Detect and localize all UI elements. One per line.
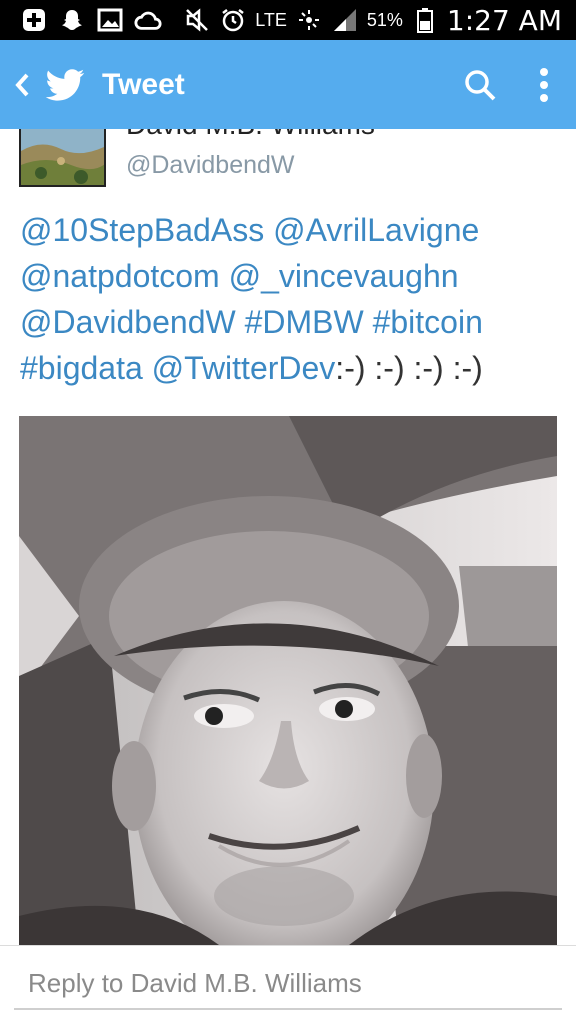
reply-bar — [0, 945, 576, 1024]
twitter-bird-icon — [44, 64, 86, 106]
search-button[interactable] — [448, 40, 512, 129]
alarm-icon — [219, 6, 247, 34]
back-button[interactable] — [4, 40, 40, 129]
mention-link[interactable]: @AvrilLavigne — [273, 212, 479, 248]
reply-input[interactable] — [14, 958, 562, 1010]
mute-icon — [183, 6, 211, 34]
data-activity-icon — [295, 6, 323, 34]
overflow-menu-button[interactable] — [512, 40, 576, 129]
mention-link[interactable]: @TwitterDev — [152, 350, 336, 386]
snapchat-icon — [58, 6, 86, 34]
hashtag-link[interactable]: #DMBW — [245, 304, 364, 340]
mention-link[interactable]: @10StepBadAss — [20, 212, 264, 248]
mention-link[interactable]: @natpdotcom — [20, 258, 220, 294]
mention-link[interactable]: @_vincevaughn — [229, 258, 459, 294]
avatar[interactable] — [19, 129, 106, 187]
signal-icon — [331, 6, 359, 34]
action-bar: Tweet — [0, 40, 576, 129]
tweet-text-segment — [143, 350, 152, 386]
tweet-text: @10StepBadAss @AvrilLavigne @natpdotcom … — [20, 207, 560, 391]
plus-box-icon — [20, 6, 48, 34]
tweet-text-segment — [364, 304, 373, 340]
clock: 1:27 AM — [446, 3, 562, 37]
tweet-detail: David M.B. Williams @DavidbendW @10StepB… — [0, 129, 576, 945]
battery-percent: 51% — [366, 9, 403, 30]
search-icon — [465, 69, 496, 100]
battery-icon — [411, 6, 439, 34]
cloud-icon — [134, 6, 162, 34]
overflow-menu-icon — [540, 67, 548, 102]
status-bar: LTE 51% 1:27 AM — [0, 0, 576, 40]
tweet-text-segment — [220, 258, 229, 294]
tweet-photo[interactable] — [19, 416, 557, 945]
back-chevron-icon — [15, 73, 29, 96]
image-icon — [96, 6, 124, 34]
network-type: LTE — [255, 9, 287, 30]
hashtag-link[interactable]: #bigdata — [20, 350, 143, 386]
tweet-text-segment: :-) :-) :-) :-) — [335, 350, 483, 386]
author-name[interactable]: David M.B. Williams — [126, 129, 375, 141]
hashtag-link[interactable]: #bitcoin — [373, 304, 483, 340]
tweet-text-segment — [264, 212, 273, 248]
screen-title: Tweet — [102, 67, 185, 101]
tweet-text-segment — [236, 304, 245, 340]
mention-link[interactable]: @DavidbendW — [20, 304, 236, 340]
author-handle[interactable]: @DavidbendW — [126, 151, 295, 180]
